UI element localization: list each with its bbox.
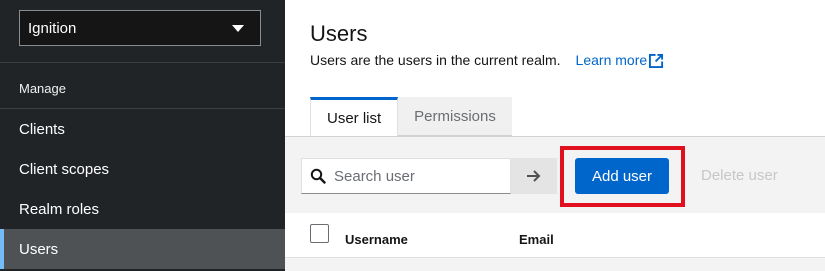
delete-user-button[interactable]: Delete user <box>701 167 778 184</box>
search-input[interactable] <box>334 167 504 185</box>
sidebar-item-users[interactable]: Users <box>0 229 285 269</box>
nav-group-title: Manage <box>19 81 66 96</box>
learn-more-link[interactable]: Learn more <box>576 52 665 68</box>
description-text: Users are the users in the current realm… <box>310 52 561 68</box>
search-submit-button[interactable] <box>511 158 557 194</box>
sidebar: Ignition Manage Clients Client scopes Re… <box>0 0 285 271</box>
tab-bar: User list Permissions <box>310 97 512 136</box>
page-title: Users <box>310 21 368 46</box>
column-header-email[interactable]: Email <box>519 232 554 247</box>
main-content: Users Users are the users in the current… <box>285 0 825 271</box>
sidebar-item-label: Client scopes <box>19 160 110 178</box>
select-all-checkbox[interactable] <box>310 224 329 243</box>
tab-label: User list <box>327 109 382 127</box>
highlight-box <box>560 146 685 207</box>
tab-label: Permissions <box>414 107 496 125</box>
column-header-username[interactable]: Username <box>345 232 408 247</box>
page-description: Users are the users in the current realm… <box>310 52 664 68</box>
search-icon <box>310 168 326 184</box>
tab-user-list[interactable]: User list <box>310 97 399 136</box>
tab-permissions[interactable]: Permissions <box>398 97 512 136</box>
sidebar-item-realm-roles[interactable]: Realm roles <box>0 189 285 229</box>
search-box <box>301 158 511 194</box>
delete-user-label: Delete user <box>701 167 778 184</box>
caret-down-icon <box>232 24 244 32</box>
sidebar-item-label: Realm roles <box>19 200 100 218</box>
learn-more-label: Learn more <box>575 52 648 68</box>
arrow-right-icon <box>527 170 541 182</box>
external-link-icon <box>649 53 664 68</box>
sidebar-divider <box>0 62 285 63</box>
sidebar-item-label: Users <box>19 240 59 258</box>
sidebar-item-label: Clients <box>19 120 65 138</box>
sidebar-item-clients[interactable]: Clients <box>0 109 285 149</box>
realm-selector[interactable]: Ignition <box>19 10 261 46</box>
sidebar-item-client-scopes[interactable]: Client scopes <box>0 149 285 189</box>
realm-selector-label: Ignition <box>28 19 77 37</box>
